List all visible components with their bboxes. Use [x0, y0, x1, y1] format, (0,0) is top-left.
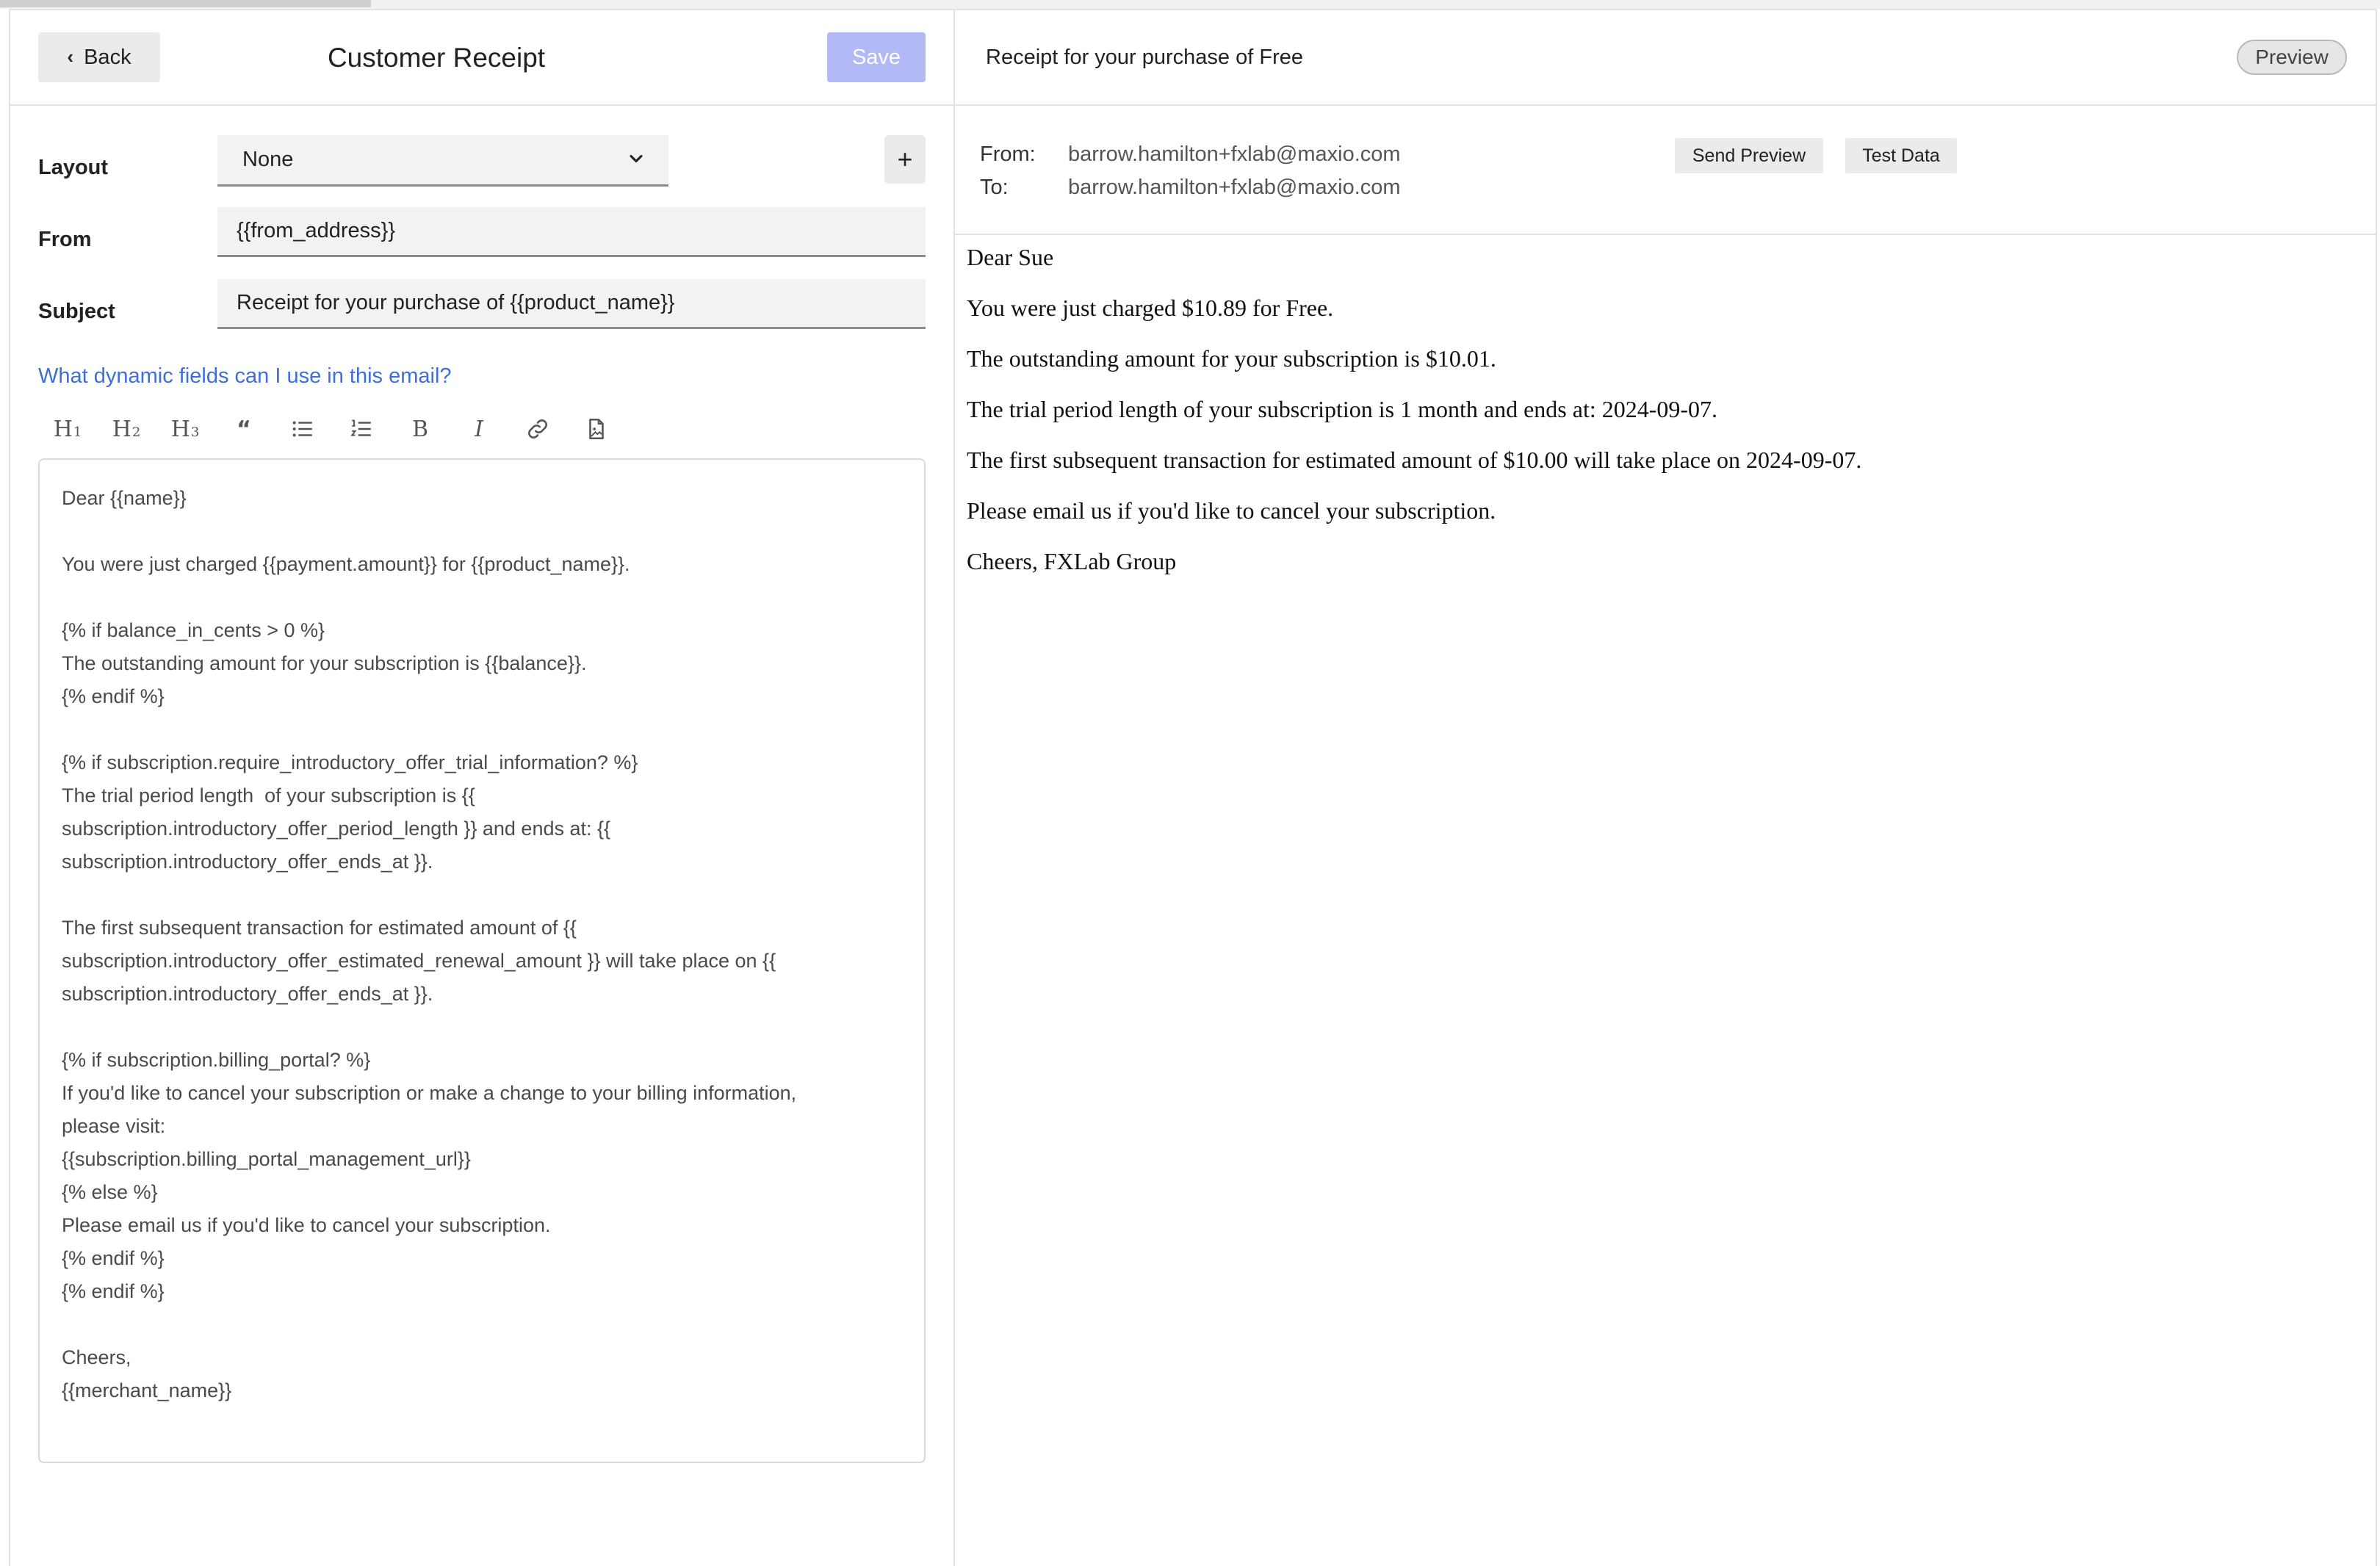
link-icon[interactable]	[508, 408, 567, 450]
preview-line: Please email us if you'd like to cancel …	[967, 497, 1496, 524]
preview-subject: Receipt for your purchase of Free	[986, 46, 1303, 69]
formatting-toolbar: H1 H2 H3 “ B I	[38, 407, 626, 451]
add-layout-button[interactable]: +	[884, 135, 926, 184]
layout-select-value: None	[242, 148, 294, 171]
layout-select[interactable]: None	[217, 135, 668, 187]
send-preview-button[interactable]: Send Preview	[1675, 138, 1823, 173]
heading-1-icon[interactable]: H1	[38, 408, 97, 450]
numbered-list-icon[interactable]	[332, 408, 391, 450]
subject-label: Subject	[38, 300, 115, 323]
preview-meta: From: barrow.hamilton+fxlab@maxio.com To…	[955, 106, 2376, 235]
email-template-editor: ‹ Back Customer Receipt Save Layout None…	[9, 9, 2377, 1566]
preview-header: Receipt for your purchase of Free Previe…	[955, 10, 2376, 106]
to-meta-value: barrow.hamilton+fxlab@maxio.com	[1068, 176, 1401, 199]
email-body-text: Dear {{name}} You were just charged {{pa…	[62, 487, 797, 1401]
from-meta-value: barrow.hamilton+fxlab@maxio.com	[1068, 142, 1401, 166]
preview-pane: Receipt for your purchase of Free Previe…	[955, 10, 2376, 1566]
email-body-editor[interactable]: Dear {{name}} You were just charged {{pa…	[38, 458, 926, 1463]
back-button[interactable]: ‹ Back	[38, 32, 160, 82]
from-label: From	[38, 228, 92, 251]
preview-line: You were just charged $10.89 for Free.	[967, 295, 1334, 321]
preview-email-body: Dear Sue You were just charged $10.89 fo…	[967, 244, 2348, 599]
back-button-label: Back	[84, 45, 131, 69]
heading-2-icon[interactable]: H2	[97, 408, 156, 450]
editor-pane: ‹ Back Customer Receipt Save Layout None…	[10, 10, 955, 1566]
preview-line: Cheers, FXLab Group	[967, 548, 1177, 574]
bulleted-list-icon[interactable]	[273, 408, 332, 450]
top-strip	[0, 0, 2380, 9]
to-meta-label: To:	[980, 176, 1009, 199]
insert-file-icon[interactable]	[567, 408, 626, 450]
heading-3-icon[interactable]: H3	[156, 408, 214, 450]
subject-field-value: Receipt for your purchase of {{product_n…	[237, 291, 675, 314]
preview-line: The outstanding amount for your subscrip…	[967, 345, 1496, 372]
from-meta-label: From:	[980, 142, 1036, 166]
subject-field[interactable]: Receipt for your purchase of {{product_n…	[217, 279, 926, 329]
blockquote-icon[interactable]: “	[214, 408, 273, 450]
top-strip-tab	[0, 0, 371, 7]
italic-icon[interactable]: I	[450, 408, 508, 450]
dynamic-fields-help-link[interactable]: What dynamic fields can I use in this em…	[38, 364, 452, 389]
test-data-button[interactable]: Test Data	[1845, 138, 1957, 173]
preview-line: The first subsequent transaction for est…	[967, 447, 1862, 473]
preview-badge: Preview	[2237, 40, 2347, 75]
preview-line: Dear Sue	[967, 244, 1054, 270]
editor-header: ‹ Back Customer Receipt Save	[10, 10, 955, 106]
save-button[interactable]: Save	[827, 32, 926, 82]
page-title: Customer Receipt	[327, 43, 546, 73]
from-field[interactable]: {{from_address}}	[217, 207, 926, 257]
preview-line: The trial period length of your subscrip…	[967, 396, 1718, 422]
layout-label: Layout	[38, 156, 109, 179]
from-field-value: {{from_address}}	[237, 219, 396, 242]
bold-icon[interactable]: B	[391, 408, 450, 450]
chevron-left-icon: ‹	[67, 45, 74, 68]
chevron-down-icon	[630, 154, 643, 163]
